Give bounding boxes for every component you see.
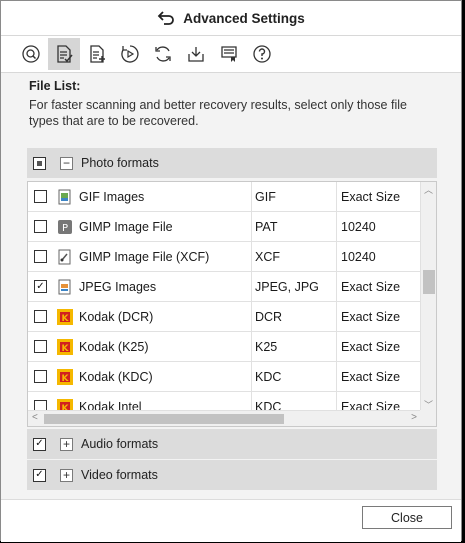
file-type-name-cell: P GIMP Image File (28, 212, 252, 241)
file-type-name: GIMP Image File (XCF) (79, 249, 210, 264)
file-type-name-cell: GIF Images (28, 182, 252, 211)
dialog-footer: Close (1, 499, 461, 542)
close-button[interactable]: Close (362, 506, 452, 529)
file-type-checkbox[interactable] (34, 220, 47, 233)
svg-text:K: K (62, 374, 70, 384)
table-row[interactable]: ✓ JPEG Images JPEG, JPG Exact Size (28, 272, 421, 302)
file-size-cell: 10240 (341, 219, 376, 234)
file-type-name: GIMP Image File (79, 219, 173, 234)
audio-formats-label: Audio formats (81, 437, 159, 451)
toolbar (1, 35, 461, 73)
photo-formats-label: Photo formats (81, 156, 159, 170)
file-type-name: Kodak (K25) (79, 339, 149, 354)
photo-formats-list: K Kodak Intel KDC Exact Size K Kodak (KDC) KDC… (27, 181, 437, 427)
video-formats-label: Video formats (81, 468, 158, 482)
advanced-settings-window: Advanced Settings File List: For faster … (0, 0, 462, 542)
kodak-icon: K (57, 368, 73, 385)
table-row[interactable]: K Kodak (KDC) KDC Exact Size (28, 362, 421, 392)
file-extension-cell: JPEG, JPG (252, 272, 337, 301)
audio-formats-checkbox[interactable]: ✓ (33, 437, 46, 451)
table-row[interactable]: GIMP Image File (XCF) XCF 10240 (28, 242, 421, 272)
flag-icon[interactable] (213, 38, 245, 70)
table-row[interactable]: K Kodak (DCR) DCR Exact Size (28, 302, 421, 332)
file-type-name-cell: K Kodak (KDC) (28, 362, 252, 391)
scroll-up-icon[interactable]: ︿ (424, 183, 433, 196)
file-type-checkbox[interactable] (34, 310, 47, 323)
file-add-icon[interactable] (81, 38, 113, 70)
file-type-name-cell: ✓ JPEG Images (28, 272, 252, 301)
file-type-name: GIF Images (79, 189, 145, 204)
file-size-cell: Exact Size (341, 339, 401, 354)
save-icon[interactable] (180, 38, 212, 70)
kodak-icon: K (57, 308, 73, 325)
title-bar: Advanced Settings (1, 1, 461, 35)
gif-file-icon (57, 189, 73, 205)
window-title: Advanced Settings (183, 10, 305, 26)
svg-text:P: P (62, 223, 68, 234)
kodak-icon: K (57, 338, 73, 355)
photo-formats-checkbox[interactable] (33, 156, 46, 170)
file-extension-cell: K25 (252, 332, 337, 361)
file-size-cell: Exact Size (341, 189, 401, 204)
refresh-icon[interactable] (147, 38, 179, 70)
table-row[interactable]: K Kodak (K25) K25 Exact Size (28, 332, 421, 362)
search-icon[interactable] (15, 38, 47, 70)
help-icon[interactable] (246, 38, 278, 70)
file-type-checkbox[interactable] (34, 190, 47, 203)
file-extension-cell: PAT (252, 212, 337, 241)
expand-icon[interactable]: + (60, 468, 73, 482)
horizontal-scroll-thumb[interactable] (44, 414, 284, 424)
collapse-icon[interactable]: − (60, 156, 73, 170)
group-photo-formats[interactable]: − Photo formats (27, 148, 437, 178)
file-extension-cell: XCF (252, 242, 337, 271)
file-type-name-cell: GIMP Image File (XCF) (28, 242, 252, 271)
svg-text:K: K (62, 314, 70, 324)
file-size-cell: Exact Size (341, 369, 401, 384)
expand-icon[interactable]: + (60, 437, 73, 451)
content-panel: File List: For faster scanning and bette… (1, 73, 461, 499)
file-list-icon[interactable] (48, 38, 80, 70)
file-list-title: File List: (29, 79, 81, 93)
group-audio-formats[interactable]: ✓ + Audio formats (27, 429, 437, 459)
back-arrow-icon[interactable] (157, 11, 175, 25)
table-row[interactable]: P GIMP Image File PAT 10240 (28, 212, 421, 242)
file-type-name: JPEG Images (79, 279, 157, 294)
file-type-name-cell: K Kodak (K25) (28, 332, 252, 361)
file-type-name: Kodak (KDC) (79, 369, 153, 384)
table-row[interactable]: GIF Images GIF Exact Size (28, 182, 421, 212)
file-type-checkbox[interactable]: ✓ (34, 280, 47, 293)
video-formats-checkbox[interactable]: ✓ (33, 468, 46, 482)
group-video-formats[interactable]: ✓ + Video formats (27, 460, 437, 490)
jpeg-file-icon (57, 279, 73, 295)
file-extension-cell: GIF (252, 182, 337, 211)
gimp-pattern-icon: P (57, 219, 73, 235)
file-type-name: Kodak (DCR) (79, 309, 154, 324)
file-type-checkbox[interactable] (34, 250, 47, 263)
file-type-name-cell: K Kodak (DCR) (28, 302, 252, 331)
file-size-cell: Exact Size (341, 279, 401, 294)
vertical-scrollbar[interactable]: ︿ ﹀ (420, 182, 436, 412)
vertical-scroll-thumb[interactable] (423, 270, 435, 294)
horizontal-scrollbar[interactable]: < > (28, 410, 421, 426)
scroll-corner (420, 410, 436, 426)
preview-icon[interactable] (114, 38, 146, 70)
file-size-cell: Exact Size (341, 309, 401, 324)
scroll-right-icon[interactable]: > (411, 412, 417, 423)
gimp-xcf-icon (57, 249, 73, 265)
file-type-checkbox[interactable] (34, 370, 47, 383)
file-size-cell: 10240 (341, 249, 376, 264)
svg-text:K: K (62, 344, 70, 354)
file-extension-cell: KDC (252, 362, 337, 391)
file-extension-cell: DCR (252, 302, 337, 331)
scroll-left-icon[interactable]: < (32, 412, 38, 423)
file-type-checkbox[interactable] (34, 340, 47, 353)
file-list-description: For faster scanning and better recovery … (29, 98, 407, 128)
